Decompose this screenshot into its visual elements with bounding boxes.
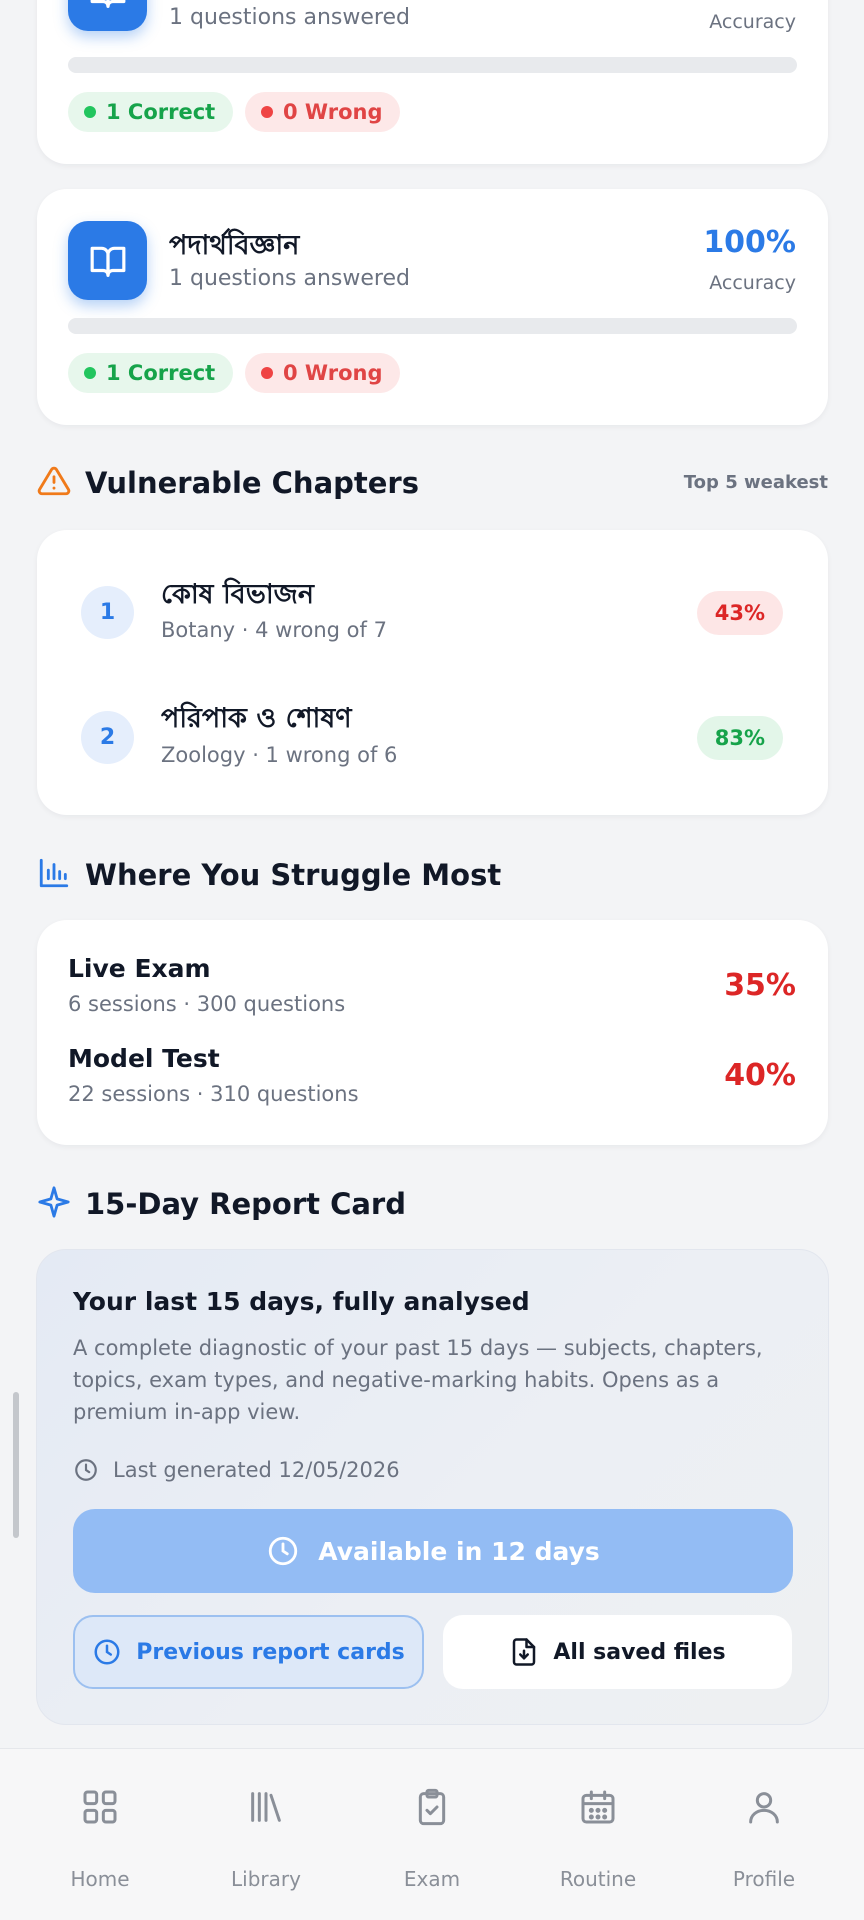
saved-files-button-label: All saved files — [553, 1639, 726, 1665]
rank-badge: 1 — [81, 586, 134, 639]
rank-badge: 2 — [81, 711, 134, 764]
report-card-description: A complete diagnostic of your past 15 da… — [73, 1336, 763, 1424]
report-card: Your last 15 days, fully analysed A comp… — [36, 1249, 829, 1725]
vulnerable-chapters-card: 1 কোষ বিভাজন Botany · 4 wrong of 7 43% 2… — [37, 530, 828, 815]
sparkle-icon — [37, 1185, 71, 1223]
last-generated: Last generated 12/05/2026 — [73, 1457, 400, 1483]
exam-type-percent: 35% — [724, 968, 796, 1003]
chapter-subtitle: Botany · 4 wrong of 7 — [161, 618, 387, 642]
nav-item-library[interactable]: Library — [180, 1749, 352, 1920]
chapter-title: পরিপাক ও শোষণ — [161, 703, 352, 734]
clock-icon — [92, 1637, 122, 1667]
book-icon — [68, 0, 147, 31]
nav-item-profile[interactable]: Profile — [678, 1749, 850, 1920]
previous-button-label: Previous report cards — [136, 1639, 405, 1665]
subject-subtitle: 1 questions answered — [169, 5, 410, 30]
accuracy-label: Accuracy — [709, 11, 796, 33]
bottom-navigation: Home Library Exam Routine Profile — [0, 1748, 864, 1920]
previous-report-cards-button[interactable]: Previous report cards — [73, 1615, 424, 1689]
correct-badge: 1 Correct — [68, 353, 234, 393]
chapter-percent-badge: 43% — [696, 591, 783, 635]
nav-item-routine[interactable]: Routine — [512, 1749, 684, 1920]
accuracy-value: 100% — [703, 225, 796, 260]
file-download-icon — [509, 1637, 539, 1667]
library-icon — [246, 1787, 286, 1831]
section-title: Vulnerable Chapters — [85, 466, 419, 500]
correct-badge: 1 Correct — [68, 92, 234, 132]
warning-icon — [37, 464, 71, 502]
subject-title: পদার্থবিজ্ঞান — [169, 230, 300, 261]
book-icon — [68, 221, 147, 300]
grid-icon — [80, 1787, 120, 1831]
chapter-percent-badge: 83% — [696, 716, 783, 760]
report-card-title: Your last 15 days, fully analysed — [73, 1287, 530, 1316]
nav-item-exam[interactable]: Exam — [346, 1749, 518, 1920]
scrollbar-thumb[interactable] — [13, 1392, 19, 1538]
calendar-icon — [578, 1787, 618, 1831]
clipboard-check-icon — [412, 1787, 452, 1831]
chapter-subtitle: Zoology · 1 wrong of 6 — [161, 743, 398, 767]
nav-label: Exam — [403, 1867, 461, 1891]
subject-subtitle: 1 questions answered — [169, 266, 410, 291]
clock-icon — [266, 1534, 300, 1568]
exam-type-subtitle: 22 sessions · 310 questions — [68, 1082, 359, 1106]
nav-label: Routine — [559, 1867, 637, 1891]
exam-type-subtitle: 6 sessions · 300 questions — [68, 992, 346, 1016]
report-card-header: 15-Day Report Card — [37, 1185, 406, 1223]
struggle-header: Where You Struggle Most — [37, 856, 501, 894]
top-weakest-note: Top 5 weakest — [683, 472, 828, 493]
last-generated-text: Last generated 12/05/2026 — [113, 1458, 400, 1482]
struggle-card: Live Exam 6 sessions · 300 questions 35%… — [37, 920, 828, 1145]
bar-chart-icon — [37, 856, 71, 894]
wrong-badge: 0 Wrong — [245, 92, 401, 132]
vulnerable-chapters-header: Vulnerable Chapters — [37, 464, 419, 502]
user-icon — [744, 1787, 784, 1831]
subject-card[interactable]: 1 questions answered Accuracy 1 Correct … — [37, 0, 828, 164]
nav-label: Profile — [732, 1867, 796, 1891]
clock-icon — [73, 1457, 99, 1483]
accuracy-progress-bar — [68, 318, 797, 334]
chapter-title: কোষ বিভাজন — [161, 579, 314, 610]
section-title: Where You Struggle Most — [85, 858, 502, 892]
nav-item-home[interactable]: Home — [14, 1749, 186, 1920]
wrong-badge: 0 Wrong — [245, 353, 401, 393]
accuracy-progress-bar — [68, 57, 797, 73]
section-title: 15-Day Report Card — [85, 1187, 406, 1221]
available-button[interactable]: Available in 12 days — [73, 1509, 793, 1593]
exam-type-title: Live Exam — [68, 954, 211, 983]
exam-type-percent: 40% — [724, 1058, 796, 1093]
subject-card[interactable]: পদার্থবিজ্ঞান 1 questions answered 100% … — [37, 189, 828, 425]
available-button-label: Available in 12 days — [318, 1536, 600, 1566]
nav-label: Library — [231, 1867, 301, 1891]
exam-type-title: Model Test — [68, 1044, 220, 1073]
accuracy-label: Accuracy — [709, 272, 796, 294]
all-saved-files-button[interactable]: All saved files — [443, 1615, 792, 1689]
nav-label: Home — [70, 1867, 130, 1891]
